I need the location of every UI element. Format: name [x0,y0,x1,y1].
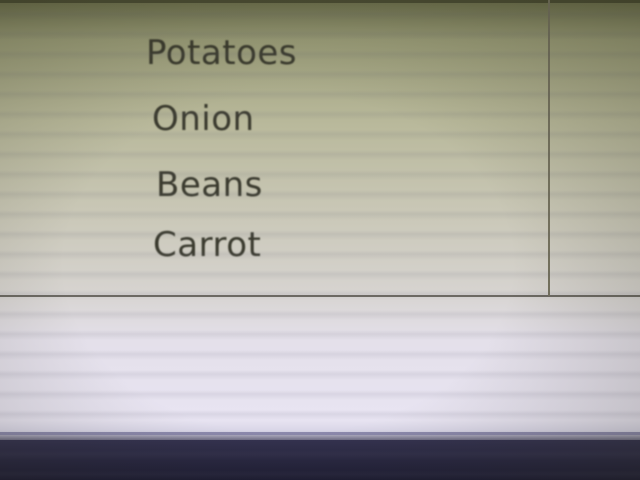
screen-edge-line [0,432,640,435]
column-divider [548,0,550,296]
list-item-onion[interactable]: Onion [152,94,303,160]
table-top-border [0,0,640,3]
empty-area [0,297,640,433]
monitor-screen: Potatoes Onion Beans Carrot [0,0,640,480]
list-item-carrot[interactable]: Carrot [153,220,304,286]
item-table: Potatoes Onion Beans Carrot [0,0,640,297]
list-item-beans[interactable]: Beans [156,160,307,220]
list-item-potatoes[interactable]: Potatoes [146,28,297,94]
item-list: Potatoes Onion Beans Carrot [146,28,297,286]
monitor-bezel [0,440,640,480]
